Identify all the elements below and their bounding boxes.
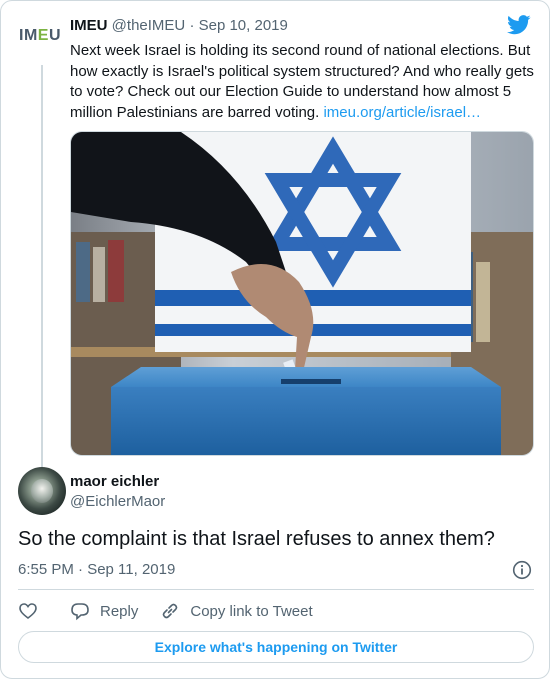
explore-label: Explore what's happening on Twitter xyxy=(154,639,398,655)
tweet-actions-bar: Reply Copy link to Tweet xyxy=(18,599,335,623)
reply-author-avatar[interactable] xyxy=(18,467,66,515)
parent-tweet-header: IMEU @theIMEU · Sep 10, 2019 xyxy=(70,17,288,34)
twitter-bird-icon[interactable] xyxy=(507,15,531,35)
copy-link-button[interactable]: Copy link to Tweet xyxy=(160,601,313,621)
reply-author-handle[interactable]: @EichlerMaor xyxy=(70,493,165,510)
reply-tweet-text: So the complaint is that Israel refuses … xyxy=(18,528,495,550)
meta-separator: · xyxy=(189,17,195,34)
parent-tweet-date[interactable]: Sep 10, 2019 xyxy=(199,17,288,34)
ballot-box-photo-icon xyxy=(71,132,533,455)
avatar-portrait xyxy=(31,479,53,503)
actions-divider xyxy=(18,589,534,590)
info-icon[interactable] xyxy=(512,560,532,580)
reply-author-name[interactable]: maor eichler xyxy=(70,473,159,490)
reply-label: Reply xyxy=(100,602,139,620)
link-icon xyxy=(163,603,178,619)
reply-tweet-timestamp[interactable]: 6:55 PM · Sep 11, 2019 xyxy=(18,561,175,578)
explore-twitter-button[interactable]: Explore what's happening on Twitter xyxy=(18,631,534,663)
like-button[interactable] xyxy=(18,601,48,621)
heart-icon xyxy=(19,603,37,620)
tweet-media-photo[interactable] xyxy=(70,131,534,456)
avatar-logo-text: IMEU xyxy=(19,27,61,44)
parent-author-name[interactable]: IMEU xyxy=(70,17,108,34)
parent-tweet-link[interactable]: imeu.org/article/israel… xyxy=(323,104,481,121)
reply-bubble-icon xyxy=(71,603,89,621)
thread-connector-line xyxy=(41,65,43,467)
embedded-tweet-card: IMEU IMEU @theIMEU · Sep 10, 2019 Next w… xyxy=(0,0,550,679)
parent-author-handle[interactable]: @theIMEU xyxy=(112,17,186,34)
reply-button[interactable]: Reply xyxy=(70,601,138,621)
imeu-avatar[interactable]: IMEU xyxy=(19,27,65,47)
parent-tweet-text: Next week Israel is holding its second r… xyxy=(70,41,536,123)
copy-link-label: Copy link to Tweet xyxy=(190,602,313,620)
avatar-logo-text: IMEU xyxy=(19,27,62,44)
